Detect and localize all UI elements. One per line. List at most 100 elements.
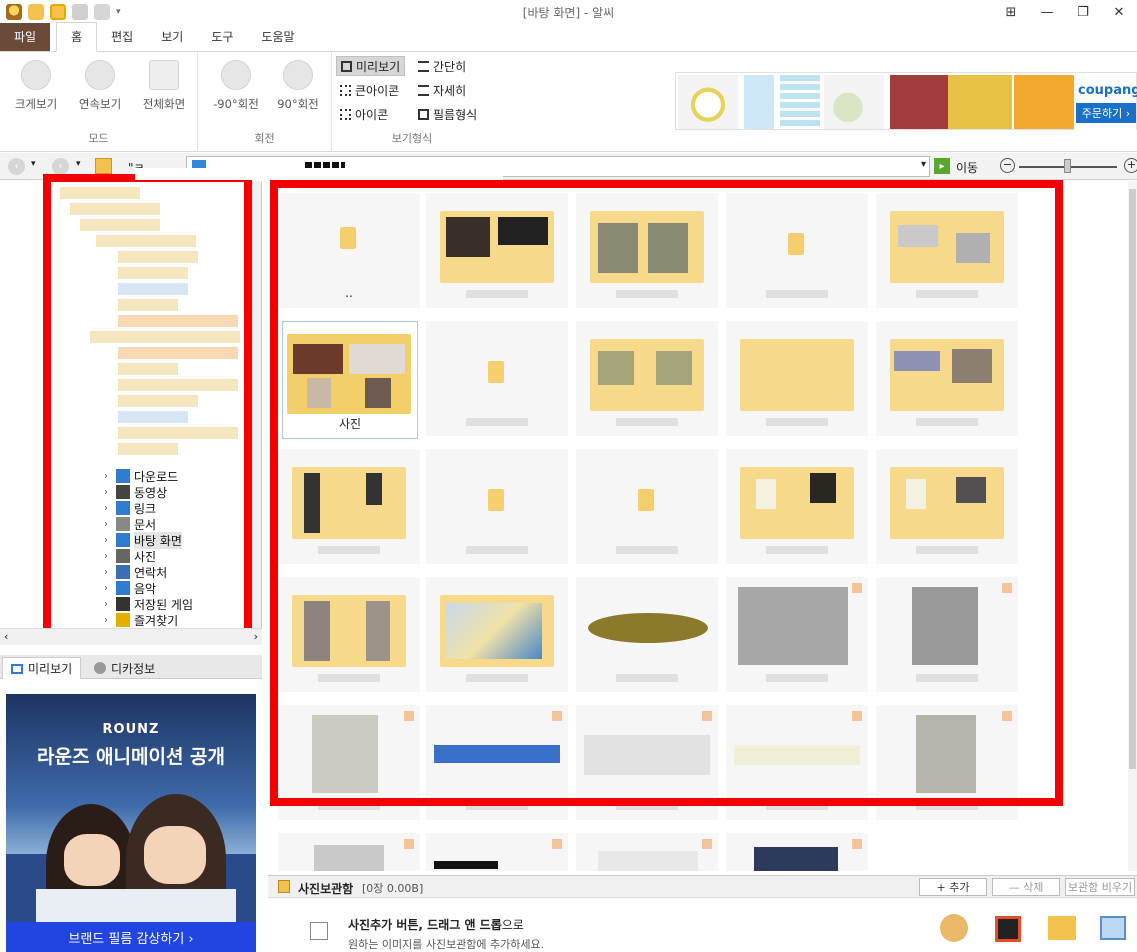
fullscreen-icon — [149, 60, 179, 90]
tab-preview[interactable]: 미리보기 — [2, 657, 82, 679]
list-icon — [418, 60, 429, 72]
forward-history-icon[interactable]: ▾ — [76, 159, 81, 169]
filmstrip-icon — [418, 108, 429, 120]
slideshow-button[interactable]: 연속보기 — [72, 60, 128, 112]
go-button[interactable]: 이동 — [956, 159, 978, 176]
image-badge-icon — [702, 839, 712, 849]
add-photo-icon[interactable] — [310, 922, 328, 940]
open-folder-icon[interactable] — [28, 4, 44, 20]
minimize-button[interactable]: — — [1029, 0, 1065, 24]
ad-product-1 — [678, 75, 738, 129]
coupang-brand: coupang — [1078, 83, 1137, 98]
view-format-group: 미리보기 간단히 큰아이콘 자세히 아이콘 필름형식 보기형식 — [332, 52, 492, 152]
zoom-slider[interactable]: − + — [1000, 158, 1137, 175]
fullscreen-button[interactable]: 전체화면 — [136, 60, 192, 112]
tab-view[interactable]: 보기 — [147, 23, 197, 51]
highlight-box-tree — [43, 174, 252, 636]
forward-button[interactable]: › — [52, 158, 69, 175]
large-view-button[interactable]: 크게보기 — [8, 60, 64, 112]
new-folder-icon[interactable] — [50, 4, 66, 20]
ad-product-7 — [1014, 75, 1074, 129]
view-preview-option[interactable]: 미리보기 — [336, 56, 406, 76]
view-film-option[interactable]: 필름형식 — [414, 104, 481, 124]
panel-tabs: 미리보기 디카정보 — [0, 655, 262, 679]
tab-help[interactable]: 도움말 — [247, 23, 308, 51]
coupang-logo: coupang 주문하기 › — [1074, 73, 1137, 131]
zoom-in-icon[interactable]: + — [1124, 158, 1137, 173]
zoom-handle[interactable] — [1064, 159, 1071, 173]
file-move-icon[interactable] — [1048, 916, 1076, 940]
video-icon[interactable] — [995, 916, 1021, 942]
view-detail-option[interactable]: 자세히 — [414, 80, 470, 100]
rotate-left-icon — [221, 60, 251, 90]
view-simple-option[interactable]: 간단히 — [414, 56, 470, 76]
tab-file[interactable]: 파일 — [0, 23, 51, 51]
restore-layout-button[interactable]: ⊞ — [993, 0, 1029, 24]
dropdown-arrow-icon[interactable]: ▾ — [921, 159, 926, 170]
tab-edit[interactable]: 편집 — [97, 23, 147, 51]
tree-scrollbar[interactable] — [251, 181, 261, 628]
grid-item[interactable] — [576, 833, 718, 871]
photo-box-hint: 사진추가 버튼, 드래그 앤 드롭으로 원하는 이미지를 사진보관함에 추가하세… — [348, 916, 544, 952]
view-large-icon-option[interactable]: 큰아이콘 — [336, 80, 403, 100]
rotate-right-label: 90°회전 — [277, 97, 319, 111]
banner-cta-button[interactable]: 브랜드 필름 감상하기 › — [6, 922, 256, 952]
mode-group: 크게보기 연속보기 전체화면 모드 — [0, 52, 198, 152]
zoom-out-icon[interactable]: − — [1000, 158, 1015, 173]
view-icon-option[interactable]: 아이콘 — [336, 104, 392, 124]
view-icon-label: 아이콘 — [355, 107, 389, 122]
customize-dropdown-icon[interactable]: ▾ — [116, 7, 121, 17]
scroll-left-icon[interactable]: ‹ — [4, 630, 8, 643]
rotate-group: -90°회전 90°회전 회전 — [198, 52, 332, 152]
menu-bar: 파일 홈 편집 보기 도구 도움말 — [0, 22, 1137, 52]
tree-horizontal-scrollbar[interactable]: ‹ › — [0, 628, 262, 645]
large-icons-icon — [340, 84, 351, 96]
palette-icon[interactable] — [940, 914, 968, 942]
close-button[interactable]: ✕ — [1101, 0, 1137, 24]
photo-box-clear-button[interactable]: 보관함 비우기 — [1065, 878, 1135, 896]
coupang-ad[interactable]: coupang 주문하기 › — [675, 72, 1137, 131]
rotate-right-button[interactable]: 90°회전 — [270, 60, 326, 112]
details-icon — [418, 84, 429, 96]
maximize-button[interactable]: ❐ — [1065, 0, 1101, 24]
window-title: [바탕 화면] - 알씨 — [522, 6, 615, 20]
tab-camera-info[interactable]: 디카정보 — [86, 657, 163, 679]
ad-product-6 — [948, 75, 1012, 129]
grid-scrollbar[interactable] — [1128, 181, 1137, 871]
rounz-banner[interactable]: ROUNZ 라운즈 애니메이션 공개 브랜드 필름 감상하기 › — [6, 694, 256, 952]
photo-thumb — [598, 851, 698, 871]
grid-item[interactable] — [426, 833, 568, 871]
up-folder-icon[interactable] — [95, 158, 112, 174]
print-icon[interactable] — [94, 4, 110, 20]
image-badge-icon — [552, 839, 562, 849]
save-icon[interactable] — [72, 4, 88, 20]
photo-box-panel: 사진보관함 [0장 0.00B] + 추가 — 삭제 보관함 비우기 사진추가 … — [268, 875, 1137, 952]
photo-box-count: [0장 0.00B] — [362, 882, 424, 895]
tab-tools[interactable]: 도구 — [197, 23, 247, 51]
redacted-overlay — [135, 168, 503, 180]
photo-box-delete-button[interactable]: — 삭제 — [992, 878, 1060, 896]
grid-item[interactable] — [726, 833, 868, 871]
photo-box-add-button[interactable]: + 추가 — [919, 878, 987, 896]
banner-character-face-left — [64, 834, 120, 886]
tab-camera-info-label: 디카정보 — [111, 661, 156, 676]
order-button[interactable]: 주문하기 › — [1076, 103, 1136, 123]
banner-headline: 라운즈 애니메이션 공개 — [36, 746, 226, 768]
scroll-right-icon[interactable]: › — [254, 630, 258, 643]
play-icon — [85, 60, 115, 90]
image-badge-icon — [404, 839, 414, 849]
grid-item[interactable] — [278, 833, 420, 871]
app-logo-icon — [6, 4, 22, 20]
hint-bold: 사진추가 버튼, 드래그 앤 드롭 — [348, 918, 502, 932]
grid-scrollbar-thumb[interactable] — [1129, 189, 1136, 769]
batch-edit-icon[interactable] — [1100, 916, 1126, 940]
go-arrow-icon[interactable]: ▸ — [934, 158, 950, 174]
ad-product-5 — [890, 75, 950, 129]
tab-home[interactable]: 홈 — [56, 22, 98, 52]
back-history-icon[interactable]: ▾ — [31, 159, 36, 169]
ad-product-3 — [780, 75, 820, 129]
rotate-left-button[interactable]: -90°회전 — [208, 60, 264, 112]
photo-box-title: 사진보관함 — [298, 882, 354, 896]
back-button[interactable]: ‹ — [8, 158, 25, 175]
large-view-label: 크게보기 — [14, 97, 58, 111]
